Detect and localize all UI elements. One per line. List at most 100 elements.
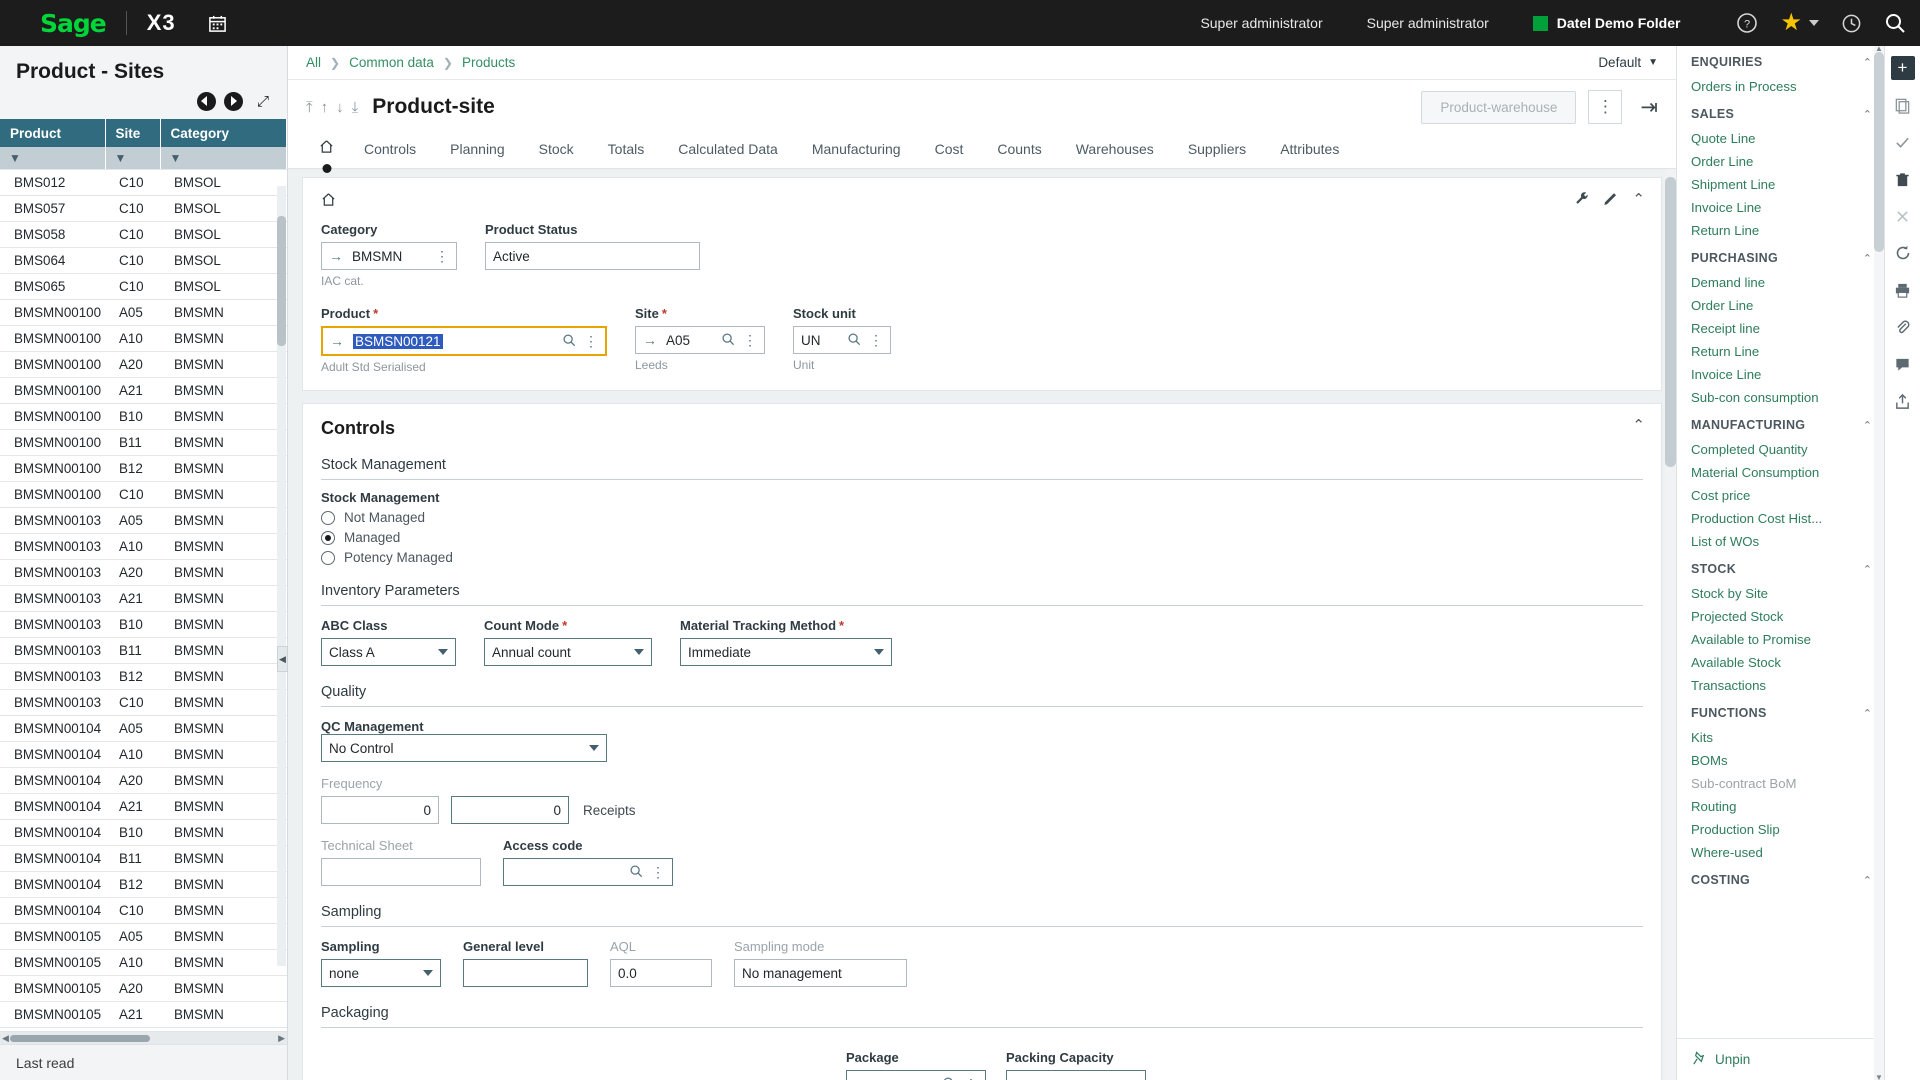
search-icon[interactable] [942, 1076, 956, 1080]
table-row[interactable]: BMSMN00104B10BMSMN [0, 819, 287, 845]
last-record-icon[interactable]: ⤓ [352, 99, 359, 116]
goto-arrow-icon[interactable]: → [330, 333, 344, 349]
right-panel-item[interactable]: Orders in Process [1677, 75, 1884, 98]
table-row[interactable]: BMSMN00105A05BMSMN [0, 923, 287, 949]
table-row[interactable]: BMSMN00104A10BMSMN [0, 741, 287, 767]
column-header-product[interactable]: Product [0, 119, 105, 147]
right-panel-item[interactable]: Routing [1677, 795, 1884, 818]
more-actions-icon[interactable]: ⋮ [743, 332, 757, 349]
table-row[interactable]: BMSMN00100A05BMSMN [0, 299, 287, 325]
filter-site[interactable]: ▼ [105, 147, 160, 169]
form-vertical-scrollbar[interactable] [1665, 169, 1676, 1080]
tab-attributes[interactable]: Attributes [1263, 132, 1356, 168]
table-row[interactable]: BMSMN00104A21BMSMN [0, 793, 287, 819]
tab-controls[interactable]: Controls [347, 132, 433, 168]
radio-not-managed[interactable]: Not Managed [321, 510, 1643, 525]
goto-arrow-icon[interactable]: → [854, 1076, 868, 1080]
right-panel-item[interactable]: Transactions [1677, 674, 1884, 697]
table-row[interactable]: BMSMN00100C10BMSMN [0, 481, 287, 507]
frequency-input-2[interactable]: 0 [451, 796, 569, 824]
technical-sheet-input[interactable] [321, 858, 481, 886]
goto-arrow-icon[interactable]: → [643, 332, 657, 348]
print-icon[interactable] [1891, 278, 1915, 302]
more-actions-icon[interactable]: ⋮ [435, 248, 449, 265]
table-row[interactable]: BMS057C10BMSOL [0, 195, 287, 221]
right-panel-item[interactable]: Sub-con consumption [1677, 386, 1884, 409]
table-row[interactable]: BMSMN00103A21BMSMN [0, 585, 287, 611]
material-tracking-select[interactable]: Immediate [680, 638, 892, 666]
tab-counts[interactable]: Counts [980, 132, 1058, 168]
radio-icon[interactable] [321, 511, 335, 525]
column-header-site[interactable]: Site [105, 119, 160, 147]
table-row[interactable]: BMSMN00105A10BMSMN [0, 949, 287, 975]
close-icon[interactable] [1891, 204, 1915, 228]
right-panel-group-enquiries[interactable]: ENQUIRIES⌃ [1677, 46, 1884, 75]
right-panel-item[interactable]: Cost price [1677, 484, 1884, 507]
right-panel-item[interactable]: Invoice Line [1677, 363, 1884, 386]
count-mode-select[interactable]: Annual count [484, 638, 652, 666]
chevron-up-icon[interactable]: ⌃ [1863, 874, 1872, 887]
tab-totals[interactable]: Totals [591, 132, 662, 168]
search-icon[interactable] [629, 864, 643, 881]
table-row[interactable]: BMSMN00100A20BMSMN [0, 351, 287, 377]
collapse-icon[interactable]: ⌃ [1632, 416, 1645, 434]
radio-potency-managed[interactable]: Potency Managed [321, 550, 1643, 565]
table-row[interactable]: BMS064C10BMSOL [0, 247, 287, 273]
breadcrumb-item-products[interactable]: Products [462, 55, 515, 70]
radio-managed[interactable]: Managed [321, 530, 1643, 545]
table-row[interactable]: BMS065C10BMSOL [0, 273, 287, 299]
scroll-down-icon[interactable]: ▼ [1875, 1073, 1883, 1080]
table-row[interactable]: BMSMN00103B10BMSMN [0, 611, 287, 637]
tab-home[interactable] [306, 130, 347, 168]
search-icon[interactable] [847, 332, 861, 349]
folder-selector[interactable]: Datel Demo Folder [1533, 15, 1681, 31]
right-panel-item[interactable]: List of WOs [1677, 530, 1884, 553]
right-panel-item[interactable]: Available Stock [1677, 651, 1884, 674]
right-panel-item[interactable]: Demand line [1677, 271, 1884, 294]
sampling-mode-input[interactable]: No management [734, 959, 907, 987]
tab-stock[interactable]: Stock [522, 132, 591, 168]
view-selector[interactable]: Default ▼ [1598, 55, 1658, 70]
access-code-input[interactable]: ⋮ [503, 858, 673, 886]
right-panel-item[interactable]: Return Line [1677, 219, 1884, 242]
collapse-left-panel-button[interactable]: ◀ [277, 646, 288, 672]
right-panel-scrollbar[interactable]: ▲ ▼ [1874, 46, 1884, 1080]
left-panel-horizontal-scrollbar[interactable]: ◀ ▶ [0, 1031, 287, 1044]
tab-cost[interactable]: Cost [918, 132, 981, 168]
table-row[interactable]: BMSMN00103A20BMSMN [0, 559, 287, 585]
sage-logo[interactable]: Sage [40, 9, 106, 38]
stock-unit-input[interactable]: UN ⋮ [793, 326, 891, 354]
right-panel-group-manufacturing[interactable]: MANUFACTURING⌃ [1677, 409, 1884, 438]
right-panel-item[interactable]: Receipt line [1677, 317, 1884, 340]
exit-icon[interactable]: ⇥ [1640, 95, 1658, 120]
column-header-category[interactable]: Category [160, 119, 287, 147]
table-row[interactable]: BMSMN00103C10BMSMN [0, 689, 287, 715]
pencil-icon[interactable] [1603, 190, 1619, 210]
right-panel-item[interactable]: Return Line [1677, 340, 1884, 363]
sampling-select[interactable]: none [321, 959, 441, 987]
search-icon[interactable] [721, 332, 735, 349]
delete-icon[interactable] [1891, 167, 1915, 191]
more-actions-icon[interactable]: ⋮ [1588, 90, 1622, 124]
left-panel-vertical-scrollbar[interactable] [277, 186, 286, 966]
chevron-up-icon[interactable]: ⌃ [1863, 707, 1872, 720]
frequency-input-1[interactable]: 0 [321, 796, 439, 824]
table-row[interactable]: BMSMN00100B11BMSMN [0, 429, 287, 455]
right-panel-group-sales[interactable]: SALES⌃ [1677, 98, 1884, 127]
prev-record-button[interactable] [197, 92, 216, 111]
table-row[interactable]: BMSMN00100A10BMSMN [0, 325, 287, 351]
right-panel-item[interactable]: BOMs [1677, 749, 1884, 772]
more-actions-icon[interactable]: ⋮ [964, 1076, 978, 1080]
table-row[interactable]: BMSMN00104A05BMSMN [0, 715, 287, 741]
wrench-icon[interactable] [1574, 190, 1590, 210]
table-row[interactable]: BMSMN00103A10BMSMN [0, 533, 287, 559]
general-level-input[interactable] [463, 959, 588, 987]
user-label-right[interactable]: Super administrator [1367, 15, 1489, 31]
more-actions-icon[interactable]: ⋮ [869, 332, 883, 349]
product-input[interactable]: → BSMSN00121 ⋮ [321, 326, 607, 356]
table-row[interactable]: BMSMN00100A21BMSMN [0, 377, 287, 403]
scroll-thumb[interactable] [1874, 52, 1884, 252]
tab-manufacturing[interactable]: Manufacturing [795, 132, 918, 168]
chevron-up-icon[interactable]: ⌃ [1863, 108, 1872, 121]
radio-icon-selected[interactable] [321, 531, 335, 545]
